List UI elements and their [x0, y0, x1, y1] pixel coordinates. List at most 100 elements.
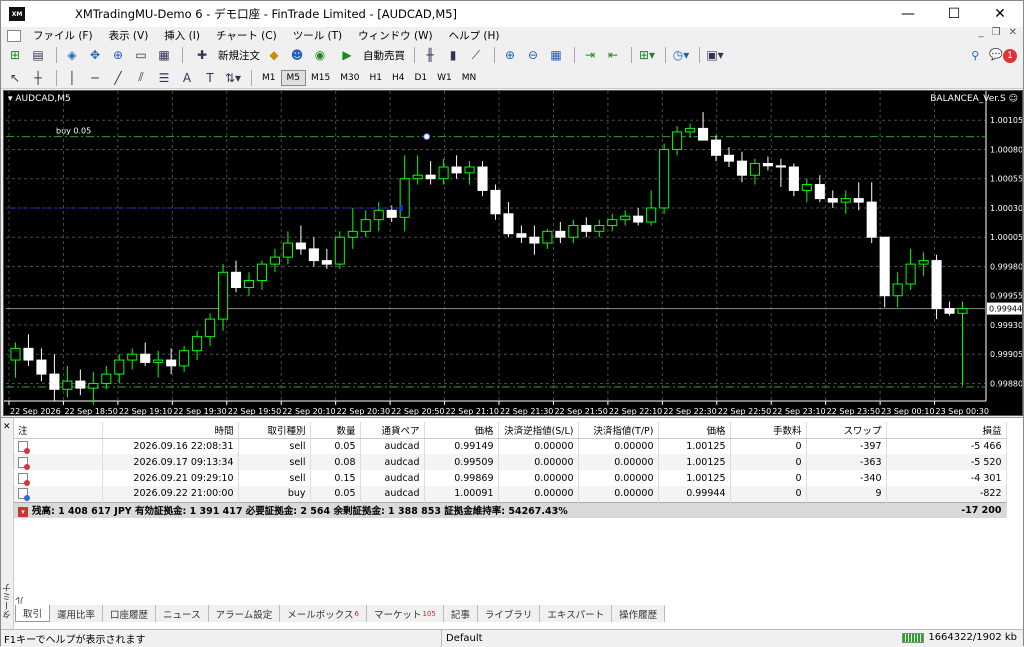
column-header[interactable]: 取引種別: [238, 422, 311, 439]
column-header[interactable]: 通貨ペア: [360, 422, 425, 439]
column-header[interactable]: 時間: [102, 422, 239, 439]
bear-candle: [321, 260, 332, 265]
timeframe-m30-button[interactable]: M30: [335, 70, 364, 86]
bear-candle: [698, 127, 709, 141]
column-header[interactable]: 価格: [658, 422, 731, 439]
minimize-icon[interactable]: —: [885, 1, 931, 27]
periods-icon[interactable]: ◷▾: [671, 46, 691, 64]
timeframe-w1-button[interactable]: W1: [432, 70, 457, 86]
mdi-minimize-icon[interactable]: _: [979, 27, 984, 38]
column-header[interactable]: 決済指値(T/P): [578, 422, 659, 439]
bear-candle: [529, 236, 540, 244]
new-chart-icon[interactable]: ⊞: [5, 46, 25, 64]
metaeditor-icon[interactable]: ◆: [264, 46, 284, 64]
order-type-cell: [14, 438, 103, 454]
tab-5[interactable]: メールボックス 6: [280, 605, 367, 622]
tab-10[interactable]: 操作履歴: [612, 605, 666, 622]
crosshair-icon[interactable]: ┼: [28, 69, 48, 87]
channel-icon[interactable]: ⫽: [131, 69, 151, 87]
summary-toggle-icon[interactable]: ▾: [18, 506, 28, 517]
trendline-icon[interactable]: ╱: [108, 69, 128, 87]
buy-order-icon: [18, 488, 30, 502]
column-header[interactable]: 損益: [886, 422, 1007, 439]
new-order-button[interactable]: ✚ 新規注文: [188, 46, 264, 64]
tab-1[interactable]: 運用比率: [50, 605, 104, 622]
column-header[interactable]: 注: [14, 422, 103, 439]
tab-2[interactable]: 口座履歴: [103, 605, 157, 622]
chart-doc-icon[interactable]: [7, 29, 21, 42]
terminal-close-icon[interactable]: ✕: [3, 422, 11, 432]
candlestick-chart[interactable]: 1.00105 1.00080 1.00055 1.00030 1.00005 0.999…: [4, 91, 1023, 416]
menu-item-2[interactable]: 挿入 (I): [156, 28, 208, 43]
timeframe-h1-button[interactable]: H1: [364, 70, 387, 86]
bear-candle: [230, 271, 242, 289]
tile-windows-icon[interactable]: ▦: [546, 46, 566, 64]
terminal-icon[interactable]: ▭: [131, 46, 151, 64]
indicators-icon[interactable]: ⊞▾: [637, 46, 657, 64]
shapes-icon[interactable]: ⇅▾: [223, 69, 243, 87]
table-cell: -5 520: [886, 454, 1007, 470]
timeframe-m15-button[interactable]: M15: [306, 70, 335, 86]
table-row[interactable]: 2026.09.17 09:13:34 sell 0.08 audcad 0.99509…: [14, 454, 1007, 470]
menu-item-3[interactable]: チャート (C): [208, 28, 285, 43]
zoom-in-icon[interactable]: ⊕: [500, 46, 520, 64]
column-header[interactable]: 価格: [424, 422, 499, 439]
line-chart-icon[interactable]: ⟋: [466, 46, 486, 64]
auto-trading-button[interactable]: ▶ 自動売買: [333, 46, 409, 64]
price-chart[interactable]: 1.00105 1.00080 1.00055 1.00030 1.00005 0.999…: [3, 90, 1023, 416]
menu-item-0[interactable]: ファイル (F): [25, 28, 101, 43]
strategy-tester-icon[interactable]: ▦: [154, 46, 174, 64]
bear-candle: [516, 233, 527, 238]
table-row[interactable]: 2026.09.21 09:29:10 sell 0.15 audcad 0.99869…: [14, 470, 1007, 486]
bar-chart-icon[interactable]: ╫: [420, 46, 440, 64]
timeframe-m1-button[interactable]: M1: [257, 70, 281, 86]
timeframe-h4-button[interactable]: H4: [387, 70, 410, 86]
menu-item-5[interactable]: ウィンドウ (W): [350, 28, 440, 43]
auto-scroll-icon[interactable]: ⇥: [580, 46, 600, 64]
table-row[interactable]: 2026.09.16 22:08:31 sell 0.05 audcad 0.99149…: [14, 438, 1007, 454]
tab-9[interactable]: エキスパート: [540, 605, 613, 622]
vertical-line-icon[interactable]: │: [62, 69, 82, 87]
column-header[interactable]: 数量: [310, 422, 361, 439]
sell-order-icon: [18, 472, 30, 486]
maximize-icon[interactable]: ☐: [931, 1, 977, 27]
timeframe-d1-button[interactable]: D1: [409, 70, 432, 86]
data-window-icon[interactable]: ⊕: [108, 46, 128, 64]
mdi-close-icon[interactable]: ✕: [1009, 27, 1017, 38]
label-icon[interactable]: T: [200, 69, 220, 87]
chart-shift-icon[interactable]: ⇤: [603, 46, 623, 64]
search-icon[interactable]: ⚲: [971, 49, 979, 62]
column-header[interactable]: 決済逆指値(S/L): [498, 422, 579, 439]
zoom-out-icon[interactable]: ⊖: [523, 46, 543, 64]
timeframe-mn-button[interactable]: MN: [457, 70, 482, 86]
tab-0[interactable]: 取引: [15, 605, 51, 622]
timeframe-m5-button[interactable]: M5: [280, 69, 306, 86]
title-bar[interactable]: XM XMTradingMU-Demo 6 - デモ口座 - FinTrade …: [1, 1, 1023, 27]
close-icon[interactable]: ✕: [977, 1, 1023, 27]
column-header[interactable]: 手数料: [730, 422, 807, 439]
mdi-restore-icon[interactable]: ❐: [992, 27, 1001, 38]
table-row[interactable]: 2026.09.22 21:00:00 buy 0.05 audcad 1.00091 0…: [14, 486, 1007, 502]
text-icon[interactable]: A: [177, 69, 197, 87]
tab-4[interactable]: アラーム設定: [208, 605, 281, 622]
profiles-icon[interactable]: ▤: [28, 46, 48, 64]
column-header[interactable]: スワップ: [806, 422, 887, 439]
navigator-icon[interactable]: ✥: [85, 46, 105, 64]
trades-table: 注時間 取引種別 数量 通貨ペア 価格 決済逆指値(S/L) 決済指値(T/P) 価格 手数料ス…: [14, 422, 1007, 518]
menu-item-6[interactable]: ヘルプ (H): [441, 28, 508, 43]
horizontal-line-icon[interactable]: ─: [85, 69, 105, 87]
menu-item-1[interactable]: 表示 (V): [101, 28, 157, 43]
signals-icon[interactable]: ☻: [287, 46, 307, 64]
fibonacci-icon[interactable]: ☰: [154, 69, 174, 87]
candlestick-icon[interactable]: ▮: [443, 46, 463, 64]
tab-8[interactable]: ライブラリ: [477, 605, 541, 622]
templates-icon[interactable]: ▣▾: [705, 46, 725, 64]
menu-item-4[interactable]: ツール (T): [285, 28, 350, 43]
tab-6[interactable]: マーケット 105: [366, 605, 444, 622]
tab-7[interactable]: 記事: [443, 605, 478, 622]
webtrading-icon[interactable]: ◉: [310, 46, 330, 64]
market-watch-icon[interactable]: ◈: [62, 46, 82, 64]
cursor-icon[interactable]: ↖: [5, 69, 25, 87]
notifications-icon[interactable]: 💬 1: [989, 48, 1017, 63]
tab-3[interactable]: ニュース: [156, 605, 209, 622]
